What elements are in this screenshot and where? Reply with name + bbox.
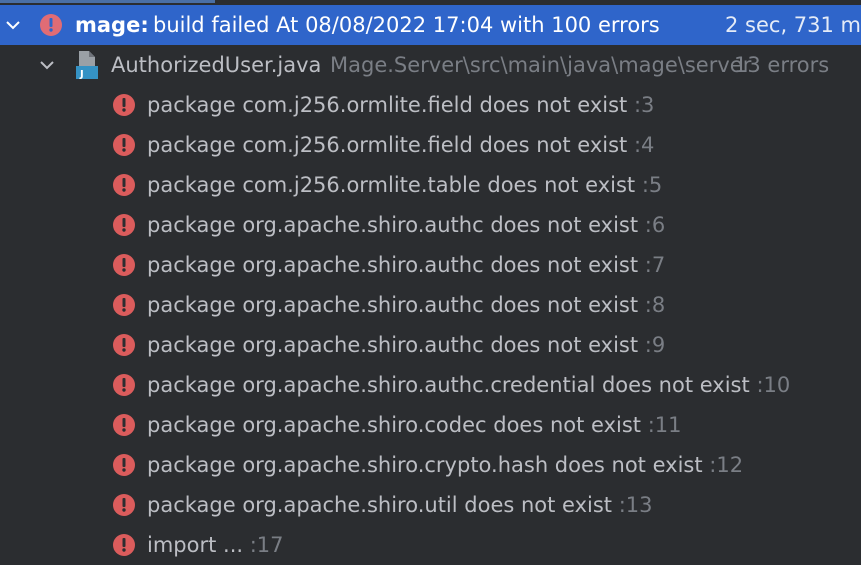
- error-row[interactable]: package org.apache.shiro.authc does not …: [0, 205, 861, 245]
- error-message: package org.apache.shiro.codec does not …: [147, 413, 682, 437]
- error-row[interactable]: import ... :17: [0, 525, 861, 565]
- error-circle-icon: [113, 94, 135, 116]
- chevron-down-icon[interactable]: [4, 16, 22, 34]
- error-message: package com.j256.ormlite.field does not …: [147, 133, 655, 157]
- error-line: :3: [633, 93, 655, 117]
- error-row[interactable]: package com.j256.ormlite.field does not …: [0, 125, 861, 165]
- error-message: package com.j256.ormlite.table does not …: [147, 173, 663, 197]
- java-file-icon: J: [75, 50, 103, 80]
- error-circle-icon: [113, 334, 135, 356]
- error-row[interactable]: package com.j256.ormlite.field does not …: [0, 85, 861, 125]
- build-duration: 2 sec, 731 ms: [725, 13, 861, 37]
- file-name: AuthorizedUser.java: [111, 53, 322, 77]
- build-message: build failed At 08/08/2022 17:04 with 10…: [153, 13, 660, 37]
- error-line: :13: [618, 493, 653, 517]
- error-circle-icon: [113, 494, 135, 516]
- error-circle-icon: [113, 254, 135, 276]
- file-error-count: 13 errors: [734, 53, 830, 77]
- error-message: package org.apache.shiro.authc does not …: [147, 213, 666, 237]
- error-circle-icon: [113, 534, 135, 556]
- error-row[interactable]: package com.j256.ormlite.table does not …: [0, 165, 861, 205]
- error-line: :6: [644, 213, 666, 237]
- error-message: package org.apache.shiro.authc does not …: [147, 253, 666, 277]
- error-circle-icon: [113, 414, 135, 436]
- error-line: :8: [644, 293, 666, 317]
- build-result-row[interactable]: mage: build failed At 08/08/2022 17:04 w…: [0, 5, 861, 45]
- module-name: mage:: [75, 13, 149, 37]
- error-circle-icon: [113, 174, 135, 196]
- error-message: package org.apache.shiro.authc does not …: [147, 333, 666, 357]
- top-accent-line: [0, 0, 215, 3]
- error-message: package com.j256.ormlite.field does not …: [147, 93, 655, 117]
- error-row[interactable]: package org.apache.shiro.authc.credentia…: [0, 365, 861, 405]
- error-message: package org.apache.shiro.crypto.hash doe…: [147, 453, 744, 477]
- error-message: package org.apache.shiro.util does not e…: [147, 493, 653, 517]
- chevron-down-icon[interactable]: [38, 56, 56, 74]
- error-row[interactable]: package org.apache.shiro.crypto.hash doe…: [0, 445, 861, 485]
- error-circle-icon: [113, 294, 135, 316]
- error-row[interactable]: package org.apache.shiro.authc does not …: [0, 245, 861, 285]
- error-row[interactable]: package org.apache.shiro.authc does not …: [0, 325, 861, 365]
- error-circle-icon: [40, 14, 62, 36]
- error-line: :17: [249, 533, 284, 557]
- error-line: :12: [709, 453, 744, 477]
- error-circle-icon: [113, 374, 135, 396]
- error-message: package org.apache.shiro.authc does not …: [147, 293, 666, 317]
- error-row[interactable]: package org.apache.shiro.authc does not …: [0, 285, 861, 325]
- error-row[interactable]: package org.apache.shiro.util does not e…: [0, 485, 861, 525]
- error-message: package org.apache.shiro.authc.credentia…: [147, 373, 791, 397]
- error-circle-icon: [113, 134, 135, 156]
- error-row[interactable]: package org.apache.shiro.codec does not …: [0, 405, 861, 445]
- error-line: :11: [647, 413, 682, 437]
- error-message: import ... :17: [147, 533, 284, 557]
- error-line: :4: [633, 133, 655, 157]
- error-circle-icon: [113, 454, 135, 476]
- svg-text:J: J: [79, 69, 84, 80]
- error-line: :10: [756, 373, 791, 397]
- error-circle-icon: [113, 214, 135, 236]
- error-line: :7: [644, 253, 666, 277]
- file-path: Mage.Server\src\main\java\mage\server: [330, 53, 752, 77]
- error-line: :5: [641, 173, 663, 197]
- file-node-row[interactable]: J AuthorizedUser.java Mage.Server\src\ma…: [0, 45, 861, 85]
- error-line: :9: [644, 333, 666, 357]
